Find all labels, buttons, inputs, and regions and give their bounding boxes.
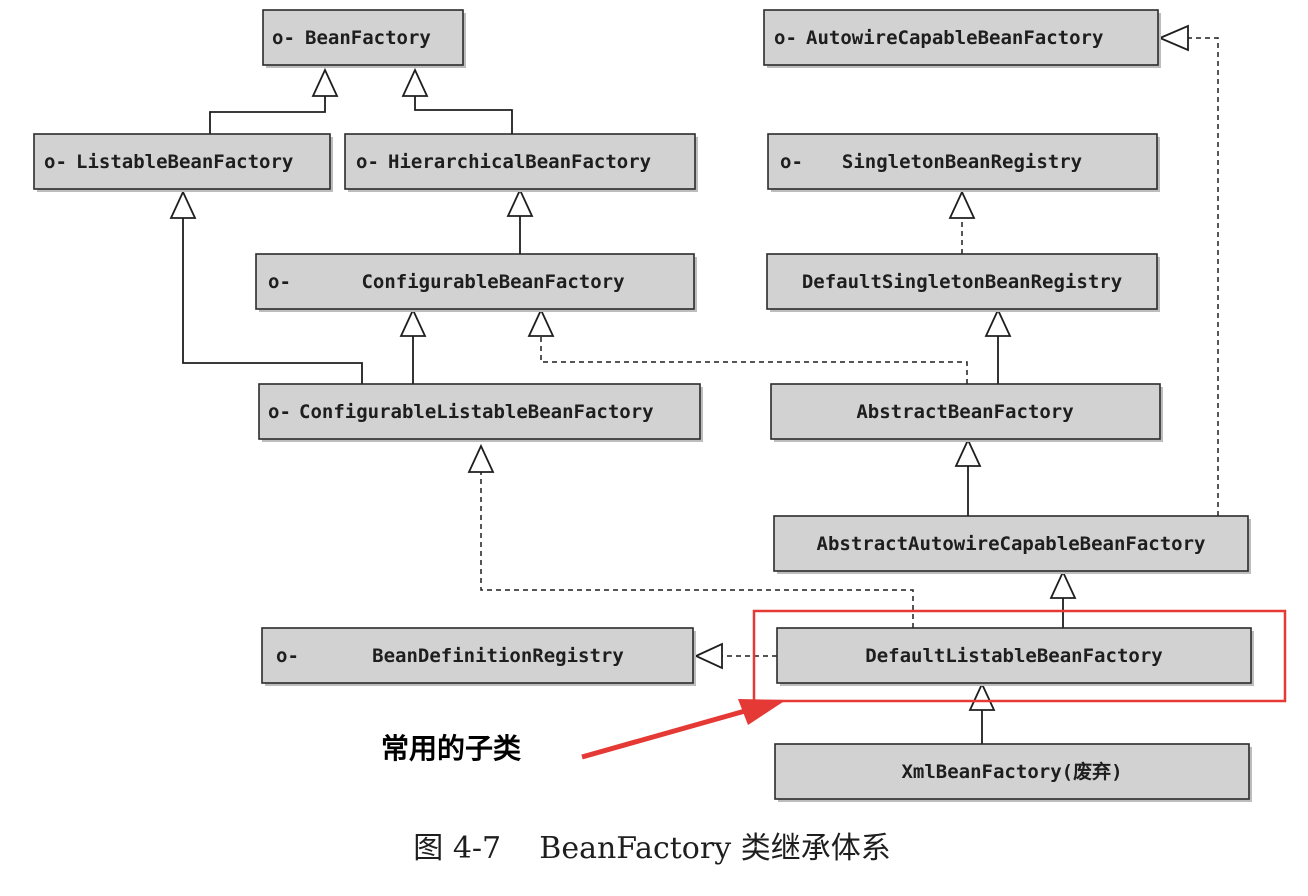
nodes: o- BeanFactory o- AutowireCapableBeanFac…: [33, 9, 1254, 802]
interface-marker: o-: [356, 151, 379, 173]
arrowhead-defaultsingleton: [984, 307, 1012, 337]
node-abstract-bean-factory: AbstractBeanFactory: [770, 383, 1163, 442]
node-label: AutowireCapableBeanFactory: [806, 27, 1103, 49]
node-listable-bean-factory: o- ListableBeanFactory: [33, 133, 333, 192]
node-label: AbstractBeanFactory: [856, 401, 1073, 423]
node-abstract-autowire-capable-bean-factory: AbstractAutowireCapableBeanFactory: [773, 515, 1251, 574]
arrowhead-abstractautowire: [1049, 569, 1077, 599]
node-bean-definition-registry: o- BeanDefinitionRegistry: [261, 627, 696, 686]
node-xml-bean-factory: XmlBeanFactory(废弃): [774, 743, 1252, 802]
interface-marker: o-: [774, 27, 797, 49]
node-bean-factory: o- BeanFactory: [262, 9, 466, 68]
edge-abstract-to-configurable: [540, 336, 968, 384]
interface-marker: o-: [780, 151, 803, 173]
node-singleton-bean-registry: o- SingletonBeanRegistry: [767, 133, 1160, 192]
node-label: ConfigurableListableBeanFactory: [299, 401, 654, 423]
node-label: SingletonBeanRegistry: [842, 151, 1082, 173]
arrowhead-hierarchical: [506, 187, 534, 217]
node-label: ListableBeanFactory: [76, 151, 293, 173]
arrowhead-autowire: [1157, 24, 1189, 52]
node-default-singleton-bean-registry: DefaultSingletonBeanRegistry: [766, 253, 1160, 312]
callout-arrow: [581, 699, 786, 760]
interface-marker: o-: [268, 401, 291, 423]
node-default-listable-bean-factory: DefaultListableBeanFactory: [776, 627, 1254, 686]
node-autowire-capable-bean-factory: o- AutowireCapableBeanFactory: [763, 9, 1161, 68]
interface-marker: o-: [276, 645, 299, 667]
interface-marker: o-: [272, 27, 295, 49]
arrowhead-defaultlistable: [968, 681, 996, 711]
edge-listable-to-beanfactory: [209, 96, 326, 134]
node-label: BeanDefinitionRegistry: [372, 645, 624, 667]
arrowhead-beanfactory-right: [401, 67, 429, 97]
node-label: BeanFactory: [305, 27, 431, 49]
arrowhead-singleton: [948, 189, 976, 219]
figure-caption: 图 4-7 BeanFactory 类继承体系: [413, 831, 890, 866]
arrowhead-configurablelistable: [467, 443, 495, 473]
arrowhead-beandefinition: [693, 642, 723, 670]
node-label: XmlBeanFactory(废弃): [901, 760, 1122, 783]
interface-marker: o-: [44, 151, 67, 173]
arrowhead-configurable-dashed: [527, 307, 555, 337]
callout-label: 常用的子类: [381, 732, 521, 765]
interface-marker: o-: [268, 271, 291, 293]
arrowhead-abstract: [954, 437, 982, 467]
node-hierarchical-bean-factory: o- HierarchicalBeanFactory: [344, 133, 698, 192]
node-label: DefaultSingletonBeanRegistry: [802, 271, 1122, 293]
node-label: DefaultListableBeanFactory: [865, 645, 1162, 667]
node-label: AbstractAutowireCapableBeanFactory: [817, 533, 1206, 555]
node-label: ConfigurableBeanFactory: [361, 271, 624, 293]
node-configurable-listable-bean-factory: o- ConfigurableListableBeanFactory: [258, 383, 703, 442]
node-configurable-bean-factory: o- ConfigurableBeanFactory: [255, 253, 697, 312]
edge-abstractautowire-to-autowire: [1188, 37, 1219, 516]
arrowhead-configurable-solid: [399, 307, 427, 337]
arrowhead-listable: [169, 189, 197, 219]
bean-factory-class-diagram: o- BeanFactory o- AutowireCapableBeanFac…: [33, 9, 1287, 866]
edge-hierarchical-to-beanfactory: [414, 96, 513, 134]
arrowhead-beanfactory-left: [311, 67, 339, 97]
node-label: HierarchicalBeanFactory: [388, 151, 651, 173]
